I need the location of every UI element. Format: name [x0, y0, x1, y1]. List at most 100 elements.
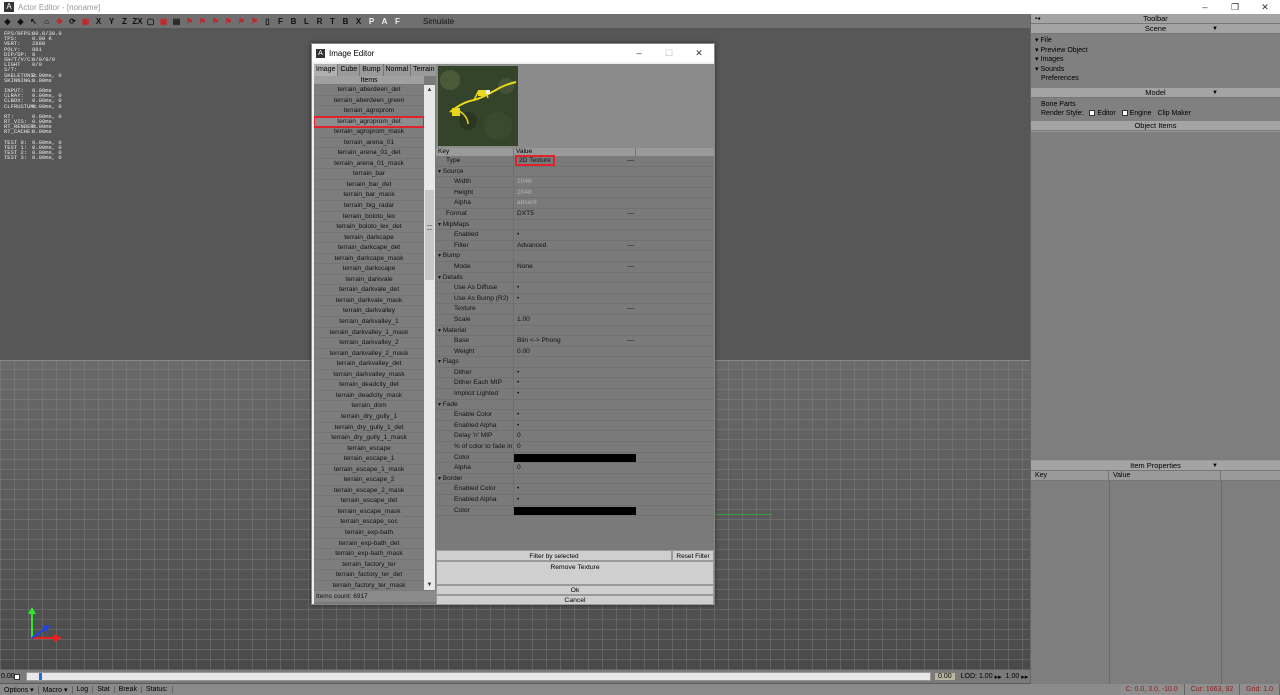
property-row[interactable]: Color	[436, 505, 714, 517]
axis-x-icon[interactable]: X	[93, 16, 104, 27]
timeline-end-value[interactable]: 0.00	[935, 673, 955, 680]
expand-arrow-icon[interactable]: ▾	[1035, 47, 1039, 54]
tab-bump[interactable]: Bump	[360, 64, 384, 76]
property-row[interactable]: Color	[436, 452, 714, 464]
property-row[interactable]: Height 2048	[436, 187, 714, 199]
snap-2-icon[interactable]: ⚑	[197, 16, 208, 27]
chevron-down-icon[interactable]: ▼	[1212, 24, 1218, 34]
property-row[interactable]: Alpha 0	[436, 463, 714, 474]
fly-icon[interactable]: F	[392, 16, 403, 27]
property-row[interactable]: Delay 'n' MIP 0	[436, 431, 714, 443]
rotate-icon[interactable]: ⟳	[67, 16, 78, 27]
texture-list-item[interactable]: terrain_deadcity_mask	[314, 391, 424, 402]
dropdown-icon[interactable]: —	[627, 336, 634, 347]
texture-list-item[interactable]: terrain_escape	[314, 444, 424, 455]
texture-list-item[interactable]: terrain_bar	[314, 169, 424, 180]
texture-list-item[interactable]: terrain_bar_det	[314, 180, 424, 191]
property-value[interactable]: 0	[514, 463, 636, 473]
snap-4-icon[interactable]: ⚑	[223, 16, 234, 27]
axis-y-icon[interactable]: Y	[106, 16, 117, 27]
property-row[interactable]: Implicit Lighted •	[436, 389, 714, 400]
arrow-right-icon[interactable]: ◆	[15, 16, 26, 27]
view-front-icon[interactable]: F	[275, 16, 286, 27]
dropdown-icon[interactable]: —	[627, 209, 634, 220]
render-editor-option[interactable]: Editor	[1089, 109, 1116, 119]
tab-terrain[interactable]: Terrain	[411, 64, 438, 76]
box-icon[interactable]: ▤	[171, 16, 182, 27]
timeline-slider[interactable]	[26, 672, 931, 681]
texture-list-item[interactable]: terrain_escape_soc	[314, 517, 424, 528]
scroll-up-icon[interactable]: ▲	[424, 85, 435, 95]
lod-spinner-icon[interactable]: ▸▸	[995, 673, 1002, 681]
reset-filter-button[interactable]: Reset Filter	[672, 550, 714, 561]
property-group[interactable]: Source	[436, 166, 714, 178]
property-row[interactable]: Base Blin <-> Phong —	[436, 336, 714, 347]
bone-parts-link[interactable]: Bone Parts	[1041, 100, 1270, 110]
property-value[interactable]: •	[514, 421, 636, 431]
property-row[interactable]: Alpha absent	[436, 198, 714, 209]
engine-checkbox[interactable]	[1121, 110, 1128, 117]
property-row[interactable]: Dither Each MIP •	[436, 378, 714, 390]
grid-snap-icon[interactable]: ▢	[145, 16, 156, 27]
tab-normal[interactable]: Normal	[384, 64, 412, 76]
color-swatch-fill[interactable]	[514, 453, 636, 462]
move-icon[interactable]: ✥	[54, 16, 65, 27]
texture-list-item[interactable]: terrain_darkcape_mask	[314, 254, 424, 265]
property-row[interactable]: Enable Color •	[436, 410, 714, 421]
scale-icon[interactable]: ▣	[80, 16, 91, 27]
property-value[interactable]: None —	[514, 262, 636, 272]
texture-list-item[interactable]: terrain_escape_1_mask	[314, 465, 424, 476]
dialog-close-button[interactable]: ✕	[684, 44, 714, 62]
snap-1-icon[interactable]: ⚑	[184, 16, 195, 27]
property-value[interactable]: 0	[514, 431, 636, 441]
chevron-down-icon[interactable]: ▼	[1212, 461, 1218, 471]
view-right-icon[interactable]: R	[314, 16, 325, 27]
macro-menu[interactable]: Macro ▾	[39, 685, 73, 694]
texture-list-item[interactable]: terrain_darkvalley_1	[314, 317, 424, 328]
object-snap-icon[interactable]: ▣	[158, 16, 169, 27]
texture-list-item[interactable]: terrain_boloto_lex_det	[314, 222, 424, 233]
property-value[interactable]: absent	[514, 198, 636, 208]
dropdown-icon[interactable]: —	[627, 241, 634, 252]
texture-list-item[interactable]: terrain_arena_01_det	[314, 148, 424, 159]
property-value[interactable]: •	[514, 484, 636, 494]
view-top-icon[interactable]: T	[327, 16, 338, 27]
object-items-list[interactable]	[1031, 130, 1280, 461]
texture-list-item[interactable]: terrain_aberdeen_green	[314, 96, 424, 107]
texture-list-item[interactable]: terrain_dry_gully_1	[314, 412, 424, 423]
property-value[interactable]: 0	[514, 442, 636, 452]
property-row[interactable]: Enabled •	[436, 230, 714, 241]
snap-6-icon[interactable]: ⚑	[249, 16, 260, 27]
property-group[interactable]: Bump	[436, 251, 714, 262]
texture-list-item[interactable]: terrain_factory_ter_det	[314, 570, 424, 581]
texture-list-item[interactable]: terrain_deadcity_det	[314, 380, 424, 391]
property-value[interactable]: •	[514, 230, 636, 240]
property-row[interactable]: Dither •	[436, 367, 714, 379]
property-value[interactable]: 2048	[514, 188, 636, 198]
scene-item-sounds[interactable]: ▾ Sounds	[1035, 65, 1280, 75]
scene-header[interactable]: Scene ▼	[1031, 24, 1280, 34]
view-icon[interactable]: ▯	[262, 16, 273, 27]
value-column-header[interactable]: Value	[1109, 470, 1221, 480]
color-swatch-fill[interactable]	[514, 506, 636, 515]
property-group[interactable]: Flags	[436, 357, 714, 368]
log-button[interactable]: Log	[73, 686, 94, 693]
item-properties-header[interactable]: Item Properties ▼	[1031, 460, 1280, 471]
dialog-minimize-button[interactable]: –	[624, 44, 654, 62]
property-value[interactable]: •	[514, 389, 636, 399]
timeline-thumb[interactable]	[39, 673, 42, 680]
value-column-header[interactable]: Value	[514, 148, 636, 156]
lod-value[interactable]: 1.00	[979, 673, 993, 680]
texture-list-item[interactable]: terrain_agroprom	[314, 106, 424, 117]
texture-list-item[interactable]: terrain_dry_gully_1_mask	[314, 433, 424, 444]
camera-icon[interactable]: ⌂	[41, 16, 52, 27]
property-value[interactable]: •	[514, 368, 636, 378]
property-group[interactable]: MipMaps	[436, 219, 714, 231]
view-reset-icon[interactable]: X	[353, 16, 364, 27]
snap-3-icon[interactable]: ⚑	[210, 16, 221, 27]
lod-spinner-2-icon[interactable]: ▸▸	[1021, 673, 1028, 681]
view-back-icon[interactable]: B	[288, 16, 299, 27]
dropdown-icon[interactable]: —	[627, 262, 634, 273]
texture-list-item[interactable]: terrain_darkvale_mask	[314, 296, 424, 307]
property-group[interactable]: Details	[436, 272, 714, 284]
